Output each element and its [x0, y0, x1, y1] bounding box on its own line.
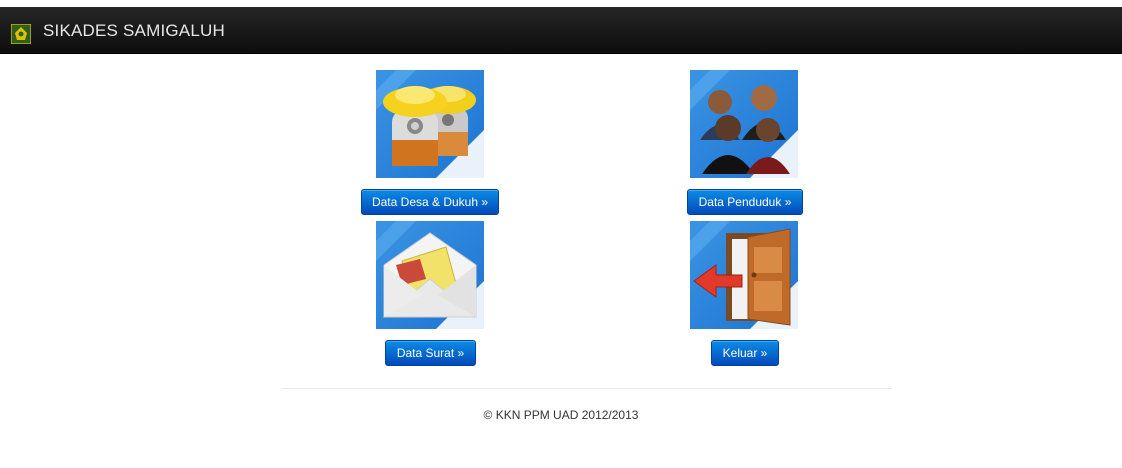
keluar-button[interactable]: Keluar » [711, 340, 779, 366]
data-penduduk-button[interactable]: Data Penduduk » [687, 189, 803, 215]
envelope-letter-icon[interactable] [376, 221, 484, 329]
brand-title[interactable]: SIKADES SAMIGALUH [43, 21, 225, 41]
data-surat-button[interactable]: Data Surat » [385, 340, 476, 366]
navbar: SIKADES SAMIGALUH [0, 7, 1122, 54]
data-desa-dukuh-button[interactable]: Data Desa & Dukuh » [361, 189, 499, 215]
people-group-icon[interactable] [690, 70, 798, 178]
exit-door-icon[interactable] [690, 221, 798, 329]
footer-divider [282, 388, 892, 389]
footer-copyright: © KKN PPM UAD 2012/2013 [483, 408, 639, 422]
village-emblem-icon[interactable] [10, 23, 32, 45]
village-huts-icon[interactable] [376, 70, 484, 178]
